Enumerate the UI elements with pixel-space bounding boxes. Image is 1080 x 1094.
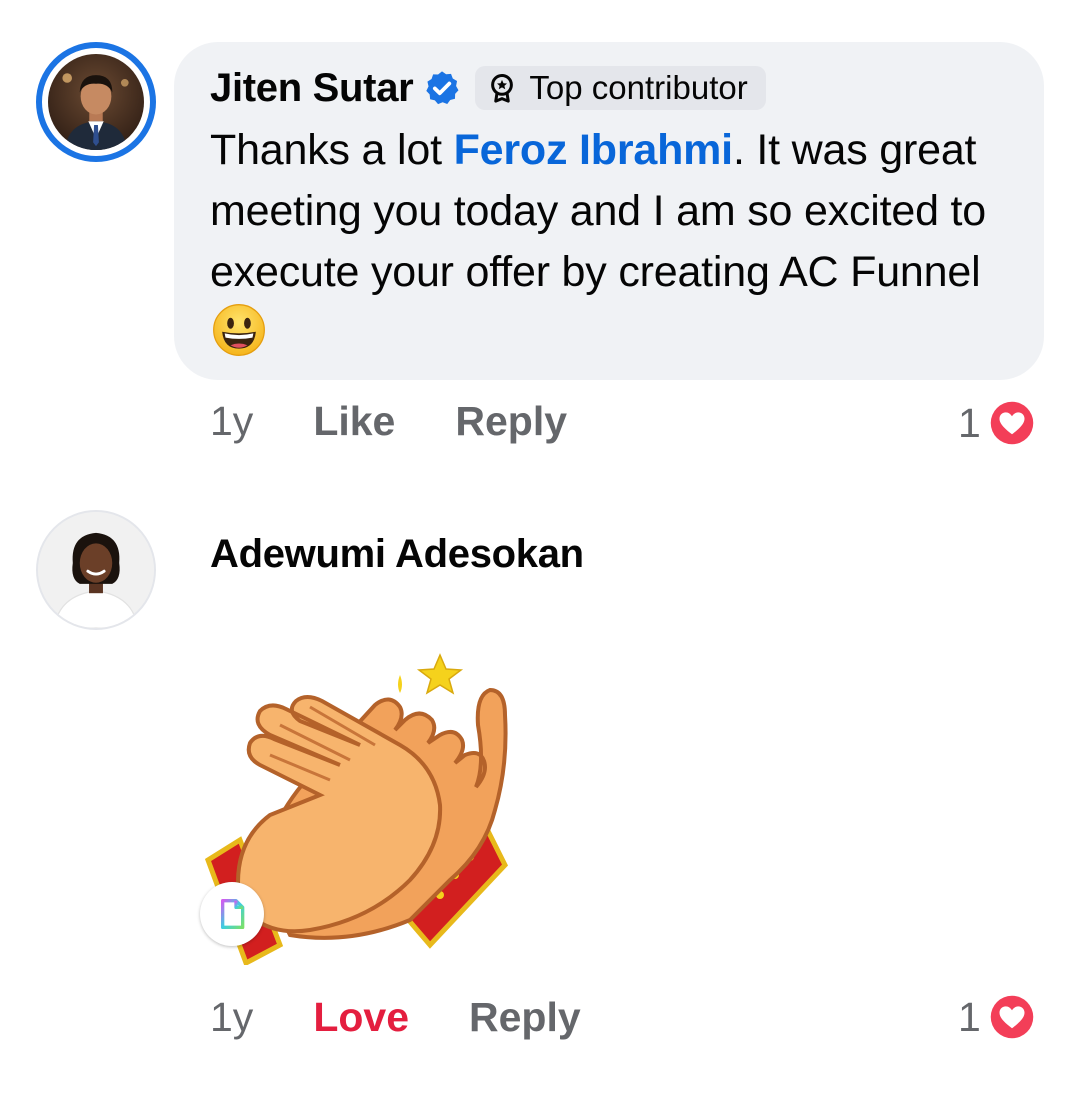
- reaction-count: 1: [958, 399, 981, 446]
- top-contributor-badge[interactable]: Top contributor: [475, 66, 766, 110]
- avatar-jiten-sutar[interactable]: [36, 42, 156, 162]
- mention-link[interactable]: Feroz Ibrahmi: [454, 126, 734, 174]
- reaction-summary[interactable]: 1: [958, 398, 1037, 448]
- sticker-indicator: [200, 882, 264, 946]
- like-button[interactable]: Like: [313, 398, 395, 445]
- author-name[interactable]: Adewumi Adesokan: [210, 532, 584, 577]
- love-reaction-icon: [988, 399, 1036, 447]
- reaction-summary[interactable]: 1: [958, 992, 1037, 1042]
- avatar-adewumi-adesokan[interactable]: [36, 510, 156, 630]
- grinning-face-emoji-icon: [213, 304, 265, 356]
- reply-button[interactable]: Reply: [455, 398, 567, 445]
- comment-actions: 1y Love Reply: [210, 994, 581, 1041]
- badge-label: Top contributor: [529, 69, 748, 106]
- timestamp[interactable]: 1y: [210, 398, 253, 445]
- comment-actions: 1y Like Reply: [210, 398, 567, 445]
- comment-text: Thanks a lot Feroz Ibrahmi. It was great…: [210, 120, 1008, 364]
- love-reaction-icon: [988, 993, 1036, 1041]
- comment-text-start: Thanks a lot: [210, 126, 454, 174]
- comments-thread: Jiten Sutar Top contributor Thanks a lot…: [0, 0, 1080, 1094]
- reaction-count: 1: [958, 993, 981, 1040]
- sticker-icon: [221, 899, 245, 929]
- avatar-photo: [38, 512, 154, 628]
- timestamp[interactable]: 1y: [210, 994, 253, 1041]
- award-icon: [491, 74, 514, 103]
- comment-bubble: Jiten Sutar Top contributor Thanks a lot…: [174, 42, 1044, 380]
- love-button[interactable]: Love: [313, 994, 409, 1041]
- verified-badge-icon: [426, 71, 459, 105]
- comment-header: Jiten Sutar Top contributor: [210, 62, 1008, 114]
- author-name[interactable]: Jiten Sutar: [210, 66, 414, 111]
- reply-button[interactable]: Reply: [469, 994, 581, 1041]
- avatar-photo: [48, 54, 144, 150]
